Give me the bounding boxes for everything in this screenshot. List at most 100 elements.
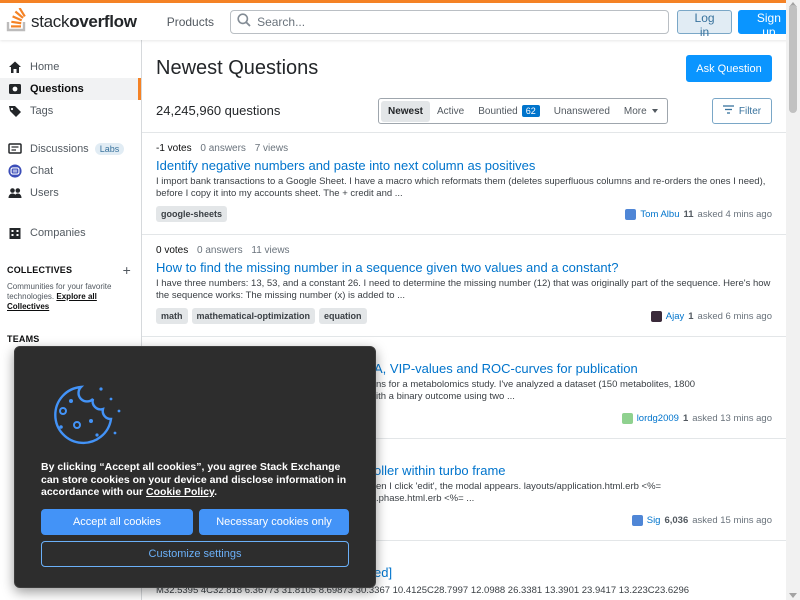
sidebar-item-companies[interactable]: Companies (0, 222, 141, 244)
filter-bountied-label: Bountied (478, 105, 518, 117)
sidebar-item-users[interactable]: Users (0, 182, 141, 204)
labs-badge: Labs (94, 143, 125, 155)
question-user: Tom Albu 11 asked 4 mins ago (625, 209, 772, 220)
avatar[interactable] (625, 209, 637, 220)
user-link[interactable]: Tom Albu (640, 209, 679, 220)
sidebar-item-home[interactable]: Home (0, 56, 141, 78)
sidebar-item-label: Users (30, 187, 59, 199)
plus-icon[interactable]: + (123, 262, 131, 278)
products-link[interactable]: Products (159, 9, 222, 35)
cookie-message: By clicking “Accept all cookies”, you ag… (41, 461, 357, 499)
cookie-icon (41, 381, 123, 450)
question-user: Sig 6,036 asked 15 mins ago (631, 515, 772, 526)
avatar[interactable] (621, 413, 633, 424)
question-stats: -1 votes 0 answers 7 views (156, 143, 786, 154)
collectives-title: COLLECTIVES (7, 265, 73, 275)
search-input[interactable] (257, 14, 658, 29)
question-stats: 0 votes 0 answers 11 views (156, 245, 786, 256)
filter-more[interactable]: More (617, 101, 665, 122)
collectives-description: Communities for your favorite technologi… (0, 278, 141, 312)
cookie-policy-link[interactable]: Cookie Policy (146, 486, 214, 498)
discussions-icon (8, 142, 22, 156)
logo-text: stackoverflow (31, 11, 137, 31)
question-title-link[interactable]: How to find the missing number in a sequ… (156, 260, 786, 276)
sidebar-item-label: Tags (30, 105, 54, 117)
question-user: Ajay 1 asked 6 mins ago (650, 311, 772, 322)
filter-active[interactable]: Active (430, 101, 471, 122)
sort-filters: Newest Active Bountied 62 Unanswered Mor… (378, 98, 668, 124)
logo[interactable]: stackoverflow (6, 3, 137, 40)
globe-icon (8, 82, 22, 96)
filter-bountied[interactable]: Bountied 62 (471, 100, 547, 122)
user-reputation: 1 (688, 311, 694, 322)
customize-settings-button[interactable]: Customize settings (41, 541, 349, 567)
view-count: 7 views (254, 143, 289, 154)
tag-icon (8, 104, 22, 118)
question-title-link[interactable]: Identify negative numbers and paste into… (156, 158, 786, 174)
necessary-cookies-button[interactable]: Necessary cookies only (199, 509, 349, 535)
stack-overflow-logo-icon (6, 7, 28, 35)
excerpt-line: .phase.html.erb <%= ... (376, 493, 475, 504)
ask-question-button[interactable]: Ask Question (686, 55, 772, 82)
user-link[interactable]: Ajay (666, 311, 684, 322)
answer-count: 0 answers (200, 143, 246, 154)
bounty-count-badge: 62 (521, 105, 540, 117)
cookie-period: . (214, 486, 218, 498)
asked-time: asked 4 mins ago (697, 209, 772, 220)
question-user: lordg2009 1 asked 13 mins ago (621, 413, 772, 424)
user-reputation: 1 (682, 413, 689, 424)
avatar[interactable] (631, 515, 643, 526)
question-excerpt: I import bank transactions to a Google S… (156, 176, 766, 199)
building-icon (8, 226, 22, 240)
asked-time: asked 13 mins ago (692, 413, 772, 424)
sidebar-item-label: Discussions (30, 143, 89, 155)
filter-button-label: Filter (738, 105, 762, 117)
user-reputation: 11 (683, 209, 694, 220)
page-title: Newest Questions (156, 57, 319, 79)
question-title-link[interactable]: ed] (374, 565, 392, 580)
tag-link[interactable]: google-sheets (156, 206, 228, 222)
excerpt-line: en I click 'edit', the modal appears. la… (376, 481, 662, 492)
tag-link[interactable]: mathematical-optimization (191, 308, 316, 324)
sidebar-item-label: Home (30, 61, 60, 73)
sidebar-item-label: Questions (30, 83, 84, 95)
user-reputation: 6,036 (664, 515, 689, 526)
sidebar-item-questions[interactable]: Questions (0, 78, 141, 100)
filter-unanswered[interactable]: Unanswered (547, 101, 617, 122)
sidebar-item-label: Chat (30, 165, 54, 177)
asked-time: asked 6 mins ago (697, 311, 772, 322)
tag-link[interactable]: equation (319, 308, 367, 324)
vote-count: -1 votes (156, 143, 192, 154)
teams-title: TEAMS (7, 334, 40, 344)
filter-icon (722, 105, 734, 117)
login-button[interactable]: Log in (677, 9, 732, 39)
filter-button[interactable]: Filter (712, 98, 772, 124)
teams-heading: TEAMS (0, 334, 141, 344)
scroll-down-icon[interactable] (789, 593, 797, 598)
accept-all-cookies-button[interactable]: Accept all cookies (41, 509, 193, 535)
question-excerpt: I have three numbers: 13, 53, and a cons… (156, 278, 771, 301)
sidebar-item-label: Companies (30, 227, 86, 239)
user-link[interactable]: lordg2009 (637, 413, 679, 424)
user-link[interactable]: Sig (647, 515, 661, 526)
sidebar-item-discussions[interactable]: Discussions Labs (0, 138, 141, 160)
question-item: 0 votes 0 answers 11 views How to find t… (142, 235, 786, 337)
tag-link[interactable]: math (156, 308, 188, 324)
cookie-consent-dialog: By clicking “Accept all cookies”, you ag… (14, 346, 376, 588)
asked-time: asked 15 mins ago (692, 515, 772, 526)
excerpt-line: ns for a metabolomics study. I've analyz… (376, 379, 696, 390)
question-count: 24,245,960 questions (156, 103, 281, 118)
excerpt-line: ith a binary outcome using two ... (376, 391, 515, 402)
search-box[interactable] (230, 9, 670, 34)
sidebar-item-tags[interactable]: Tags (0, 100, 141, 122)
filter-newest[interactable]: Newest (381, 100, 431, 122)
search-icon (237, 13, 251, 30)
scrollbar-thumb[interactable] (789, 5, 797, 113)
answer-count: 0 answers (197, 245, 243, 256)
page-scrollbar[interactable] (786, 0, 800, 600)
sidebar-item-chat[interactable]: Chat (0, 160, 141, 182)
users-icon (8, 186, 22, 200)
avatar[interactable] (650, 311, 662, 322)
view-count: 11 views (251, 245, 290, 256)
home-icon (8, 60, 22, 74)
